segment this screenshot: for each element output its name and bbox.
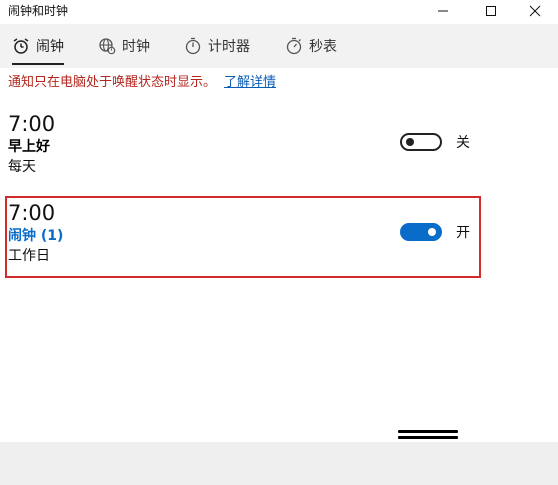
tab-bar: 闹钟 时钟 计时器 秒表	[0, 24, 558, 68]
alarm-toggle[interactable]	[400, 223, 442, 241]
toggle-knob	[428, 228, 436, 236]
notice-text: 通知只在电脑处于唤醒状态时显示。	[8, 75, 217, 90]
toggle-knob	[406, 138, 414, 146]
alarm-toggle-row: 开	[400, 222, 470, 242]
alarm-days: 每天	[8, 159, 36, 175]
close-icon	[529, 5, 541, 17]
alarm-toggle-state: 开	[456, 225, 470, 241]
tab-alarm-label: 闹钟	[36, 39, 64, 55]
maximize-icon	[486, 6, 496, 16]
alarm-days: 工作日	[8, 248, 50, 264]
tab-world-clock-label: 时钟	[122, 39, 150, 55]
alarm-toggle[interactable]	[400, 133, 442, 151]
minimize-button[interactable]	[420, 0, 466, 22]
alarm-toggle-row: 关	[400, 132, 470, 152]
more-icon[interactable]	[398, 430, 458, 442]
tab-world-clock[interactable]: 时钟	[98, 24, 150, 68]
tab-stopwatch[interactable]: 秒表	[285, 24, 337, 68]
notification-notice: 通知只在电脑处于唤醒状态时显示。 了解详情	[8, 73, 276, 93]
tab-alarm[interactable]: 闹钟	[12, 24, 64, 68]
tab-timer-label: 计时器	[208, 39, 250, 55]
stopwatch-icon	[285, 37, 303, 55]
alarm-toggle-state: 关	[456, 135, 470, 151]
close-button[interactable]	[512, 0, 558, 22]
learn-more-link[interactable]: 了解详情	[224, 75, 276, 90]
tab-timer[interactable]: 计时器	[184, 24, 250, 68]
command-bar	[0, 442, 558, 485]
title-bar: 闹钟和时钟	[0, 0, 558, 24]
maximize-button[interactable]	[468, 0, 514, 22]
timer-icon	[184, 37, 202, 55]
world-clock-icon	[98, 37, 116, 55]
alarm-clock-icon	[12, 37, 30, 55]
minimize-icon	[438, 10, 448, 12]
tab-stopwatch-label: 秒表	[309, 39, 337, 55]
window-title: 闹钟和时钟	[8, 4, 69, 18]
